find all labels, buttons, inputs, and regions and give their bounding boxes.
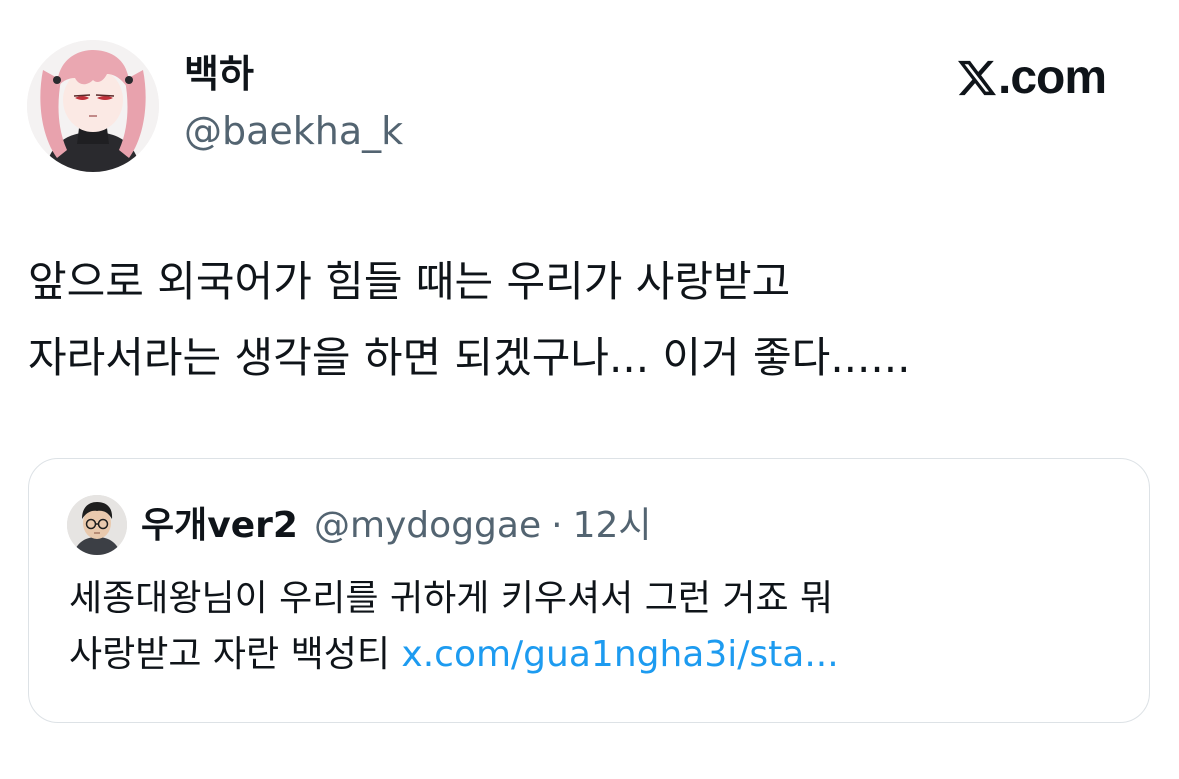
x-logo-icon <box>958 60 996 96</box>
quoted-tweet-link[interactable]: x.com/gua1ngha3i/sta... <box>401 634 838 675</box>
author-handle[interactable]: @baekha_k <box>184 107 403 155</box>
quoted-tweet-line: 세종대왕님이 우리를 귀하게 키우셔서 그런 거죠 뭐 <box>69 578 834 619</box>
brand-text: .com <box>998 51 1107 104</box>
quoted-author-avatar-image <box>67 495 127 555</box>
tweet-line: 앞으로 외국어가 힘들 때는 우리가 사랑받고 <box>28 257 791 306</box>
author-avatar[interactable] <box>27 40 159 172</box>
quoted-tweet-header: 우개ver2 @mydoggae · 12시 <box>141 503 652 549</box>
quoted-tweet-line: 사랑받고 자란 백성티 x.com/gua1ngha3i/sta... <box>69 627 1129 683</box>
quoted-author-handle[interactable]: @mydoggae <box>314 503 541 549</box>
quoted-tweet-line-text: 사랑받고 자란 백성티 <box>69 634 390 675</box>
separator-dot: · <box>551 505 563 546</box>
quoted-tweet-text: 세종대왕님이 우리를 귀하게 키우셔서 그런 거죠 뭐 사랑받고 자란 백성티 … <box>69 571 1129 683</box>
quoted-tweet-time[interactable]: 12시 <box>573 503 652 549</box>
author-display-name[interactable]: 백하 <box>184 50 254 98</box>
quoted-author-name[interactable]: 우개ver2 <box>141 503 298 549</box>
tweet-line: 자라서라는 생각을 하면 되겠구나... 이거 좋다...... <box>28 333 911 382</box>
tweet-text: 앞으로 외국어가 힘들 때는 우리가 사랑받고 자라서라는 생각을 하면 되겠구… <box>28 244 1148 396</box>
x-brand: .com <box>958 50 1128 106</box>
author-avatar-image <box>27 40 159 172</box>
quoted-author-avatar[interactable] <box>67 495 127 555</box>
quoted-tweet-card[interactable]: 우개ver2 @mydoggae · 12시 세종대왕님이 우리를 귀하게 키우… <box>28 458 1150 723</box>
